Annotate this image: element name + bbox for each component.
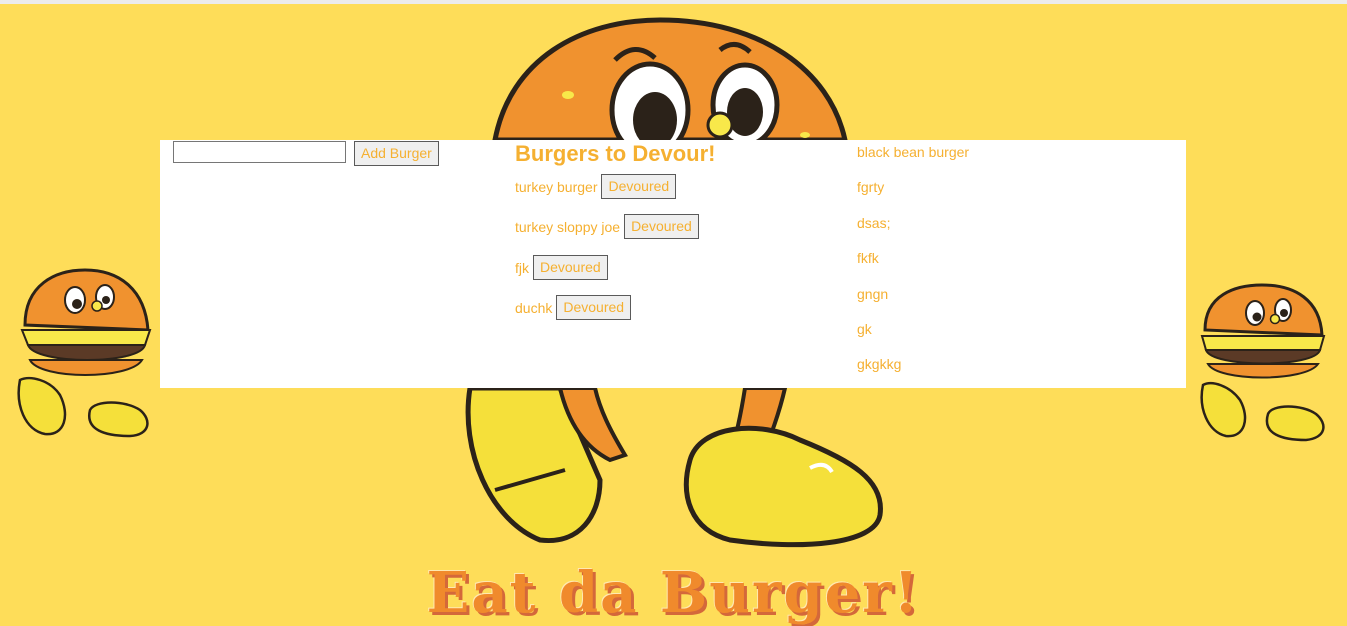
devoured-burger-item: dsas; [857, 215, 891, 231]
devoured-button[interactable]: Devoured [533, 255, 608, 280]
main-panel: Add Burger Burgers to Devour! turkey bur… [160, 140, 1186, 388]
devoured-burger-item: gk [857, 321, 872, 337]
list-item: turkey sloppy joe Devoured [515, 214, 699, 239]
eat-da-burger-logo: Eat da Burger! [426, 560, 921, 626]
add-burger-button[interactable]: Add Burger [354, 141, 439, 166]
burger-name: fjk [515, 259, 529, 276]
burger-name-input[interactable] [173, 141, 346, 163]
list-item: fjk Devoured [515, 255, 608, 280]
list-item: turkey burger Devoured [515, 174, 677, 199]
burger-name: turkey burger [515, 178, 598, 195]
devoured-burger-item: gngn [857, 286, 889, 302]
devoured-burger-item: gkgkkg [857, 356, 902, 372]
devoured-button[interactable]: Devoured [601, 174, 677, 199]
devoured-burger-item: fkfk [857, 250, 879, 266]
left-burger-mascot-icon [17, 268, 152, 438]
devoured-button[interactable]: Devoured [624, 214, 699, 239]
devoured-burger-item: black bean burger [857, 144, 970, 160]
right-burger-mascot-icon [1200, 283, 1326, 442]
list-item: duchk Devoured [515, 295, 632, 320]
burgers-to-devour-heading: Burgers to Devour! [515, 141, 716, 166]
devoured-burger-item: fgrty [857, 179, 885, 195]
burger-name: turkey sloppy joe [515, 218, 621, 235]
devoured-button[interactable]: Devoured [556, 295, 632, 320]
burger-name: duchk [515, 299, 553, 316]
